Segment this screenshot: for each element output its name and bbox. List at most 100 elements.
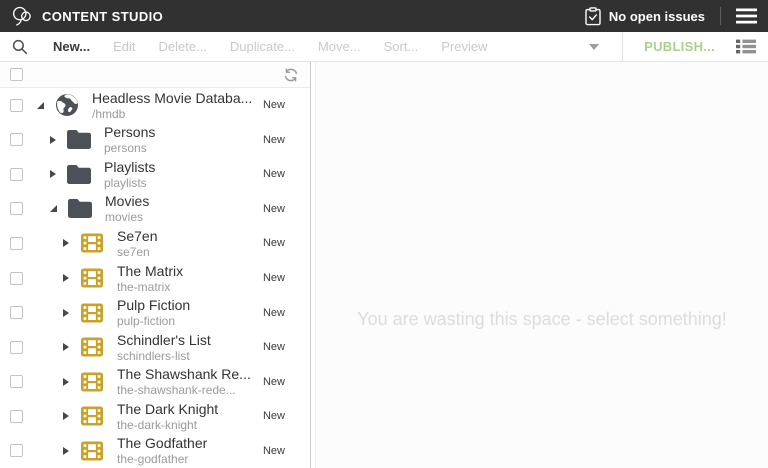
status-badge: New (262, 306, 285, 319)
tree-row[interactable]: The Shawshank Re... the-shawshank-rede...… (0, 364, 310, 399)
expand-toggle-icon[interactable] (63, 308, 69, 317)
expand-toggle-icon[interactable] (50, 135, 56, 144)
expand-toggle-icon[interactable] (63, 446, 69, 455)
toolbar-button-duplicate[interactable]: Duplicate... (230, 39, 295, 54)
empty-selection-message: You are wasting this space - select some… (357, 309, 727, 329)
content-path: persons (104, 141, 147, 156)
folder-icon (66, 129, 92, 150)
expand-toggle-icon[interactable] (63, 343, 69, 352)
clipboard-check-icon (585, 6, 601, 26)
status-badge: New (262, 133, 285, 146)
select-all-checkbox[interactable] (10, 68, 23, 81)
content-path: the-matrix (117, 279, 171, 294)
row-checkbox[interactable] (10, 306, 23, 320)
row-checkbox[interactable] (10, 133, 23, 147)
tree-row[interactable]: Persons persons New (0, 123, 310, 158)
content-title: Schindler's List (117, 331, 211, 348)
refresh-icon (284, 67, 298, 82)
status-badge: New (262, 272, 285, 284)
content-title: Playlists (104, 158, 156, 175)
status-badge: New (262, 202, 285, 215)
content-path: se7en (117, 244, 150, 259)
tree-row[interactable]: The Matrix the-matrix New (0, 261, 310, 296)
tree-row[interactable]: Movies movies New (0, 192, 310, 227)
row-checkbox[interactable] (10, 236, 23, 250)
content-path: movies (105, 210, 144, 225)
tree-row[interactable]: The Dark Knight the-dark-knight New (0, 399, 310, 434)
row-checkbox[interactable] (10, 409, 23, 423)
content-title: The Dark Knight (117, 400, 219, 417)
toolbar-button-sort[interactable]: Sort... (384, 39, 419, 54)
tree-row[interactable]: Playlists playlists New (0, 157, 310, 192)
folder-icon (66, 164, 92, 185)
collapse-toggle-icon[interactable] (50, 205, 57, 213)
preview-panel: You are wasting this space - select some… (315, 62, 768, 468)
row-checkbox[interactable] (10, 167, 23, 181)
status-badge: New (262, 410, 285, 423)
details-panel-toggle-button[interactable] (736, 39, 756, 54)
row-checkbox[interactable] (10, 340, 23, 354)
content-title: Pulp Fiction (117, 297, 191, 314)
content-title: The Matrix (117, 262, 184, 279)
refresh-button[interactable] (284, 67, 298, 82)
toolbar-button-preview[interactable]: Preview (441, 39, 487, 54)
content-path: /hmdb (92, 106, 126, 121)
film-icon (79, 301, 105, 325)
toolbar-divider (622, 32, 624, 61)
status-badge: New (262, 168, 285, 181)
content-path: the-dark-knight (117, 417, 198, 432)
fold-dropdown-arrow-icon[interactable] (589, 43, 600, 50)
app-title: CONTENT STUDIO (42, 8, 164, 24)
status-badge: New (262, 375, 285, 388)
tree-row[interactable]: Pulp Fiction pulp-fiction New (0, 295, 310, 330)
collapse-toggle-icon[interactable] (37, 101, 44, 109)
hamburger-icon (736, 8, 757, 24)
toolbar-button-move[interactable]: Move... (318, 39, 361, 54)
film-icon (79, 335, 105, 359)
expand-toggle-icon[interactable] (63, 377, 69, 386)
top-bar: CONTENT STUDIO No open issues (0, 0, 768, 32)
issues-label: No open issues (608, 8, 705, 24)
content-path: the-shawshank-rede... (117, 383, 236, 398)
expand-toggle-icon[interactable] (63, 239, 69, 248)
tree-row[interactable]: Headless Movie Databa.../hmdb New (0, 88, 310, 123)
content-title: The Shawshank Re... (117, 366, 251, 383)
toolbar-button-new[interactable]: New... (53, 39, 90, 54)
tree-grid-header (0, 62, 310, 88)
status-badge: New (262, 341, 285, 354)
topbar-divider (720, 7, 721, 25)
enonic-logo-icon[interactable] (9, 4, 33, 28)
content-path: the-godfather (117, 452, 189, 467)
tree-row[interactable]: Schindler's List schindlers-list New (0, 330, 310, 365)
expand-toggle-icon[interactable] (50, 170, 56, 179)
toolbar-button-edit[interactable]: Edit (113, 39, 135, 54)
tree-rows: Headless Movie Databa.../hmdb New Persons p… (0, 88, 310, 468)
content-path: schindlers-list (117, 348, 190, 363)
row-checkbox[interactable] (10, 444, 23, 458)
menu-button[interactable] (736, 8, 758, 24)
row-checkbox[interactable] (10, 271, 23, 285)
globe-icon (54, 93, 80, 117)
expand-toggle-icon[interactable] (63, 274, 69, 282)
content-path: pulp-fiction (117, 314, 176, 329)
row-checkbox[interactable] (10, 375, 23, 389)
row-checkbox[interactable] (10, 202, 23, 216)
search-button[interactable] (12, 39, 30, 55)
publish-button[interactable]: PUBLISH... (644, 39, 715, 54)
tree-row[interactable]: Se7en se7en New (0, 226, 310, 261)
toolbar-button-delete[interactable]: Delete... (159, 39, 207, 54)
content-title: Se7en (117, 227, 158, 244)
content-title: The Godfather (117, 435, 208, 452)
issues-button[interactable]: No open issues (585, 6, 705, 26)
film-icon (79, 231, 105, 255)
list-details-icon (736, 39, 756, 54)
tree-row[interactable]: The Godfather the-godfather New (0, 433, 310, 468)
folder-icon (67, 198, 93, 219)
film-icon (79, 404, 105, 428)
content-path: playlists (104, 175, 147, 190)
content-title: Headless Movie Databa... (92, 89, 253, 106)
film-icon (79, 439, 105, 463)
content-studio-app: CONTENT STUDIO No open issues New... Edi… (0, 0, 768, 468)
row-checkbox[interactable] (10, 98, 23, 112)
expand-toggle-icon[interactable] (63, 412, 69, 421)
